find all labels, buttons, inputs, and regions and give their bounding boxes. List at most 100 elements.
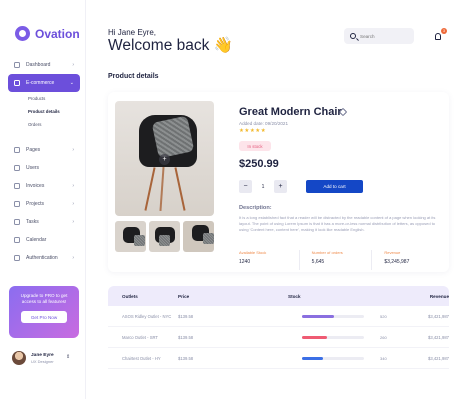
sidebar-subitem-products[interactable]: Products [8, 92, 80, 105]
thumbnail[interactable] [183, 221, 214, 252]
outlet-revenue: $3,421,987 [428, 334, 449, 340]
zoom-plus-icon[interactable]: + [159, 154, 170, 165]
description-title: Description: [239, 205, 272, 211]
sidebar-item-dashboard[interactable]: Dashboard › [8, 56, 80, 74]
sidebar-item-pages[interactable]: Pages › [8, 141, 80, 159]
sidebar-item-authentication[interactable]: Authentication › [8, 249, 80, 267]
stock-bar-fill [302, 314, 335, 318]
avatar [12, 351, 26, 365]
outlet-price: $139.58 [178, 334, 194, 340]
welcome-title: Welcome back 👋 [108, 37, 233, 54]
added-date: Added date: 09/20/2021 [239, 121, 289, 126]
table-row[interactable]: Marco Outlet - SRT $139.58 260 $3,421,98… [108, 327, 449, 348]
sidebar-subitem-orders[interactable]: Orders [8, 118, 80, 131]
column-header[interactable]: Stock [288, 294, 418, 299]
thumbnail[interactable] [115, 221, 146, 252]
stat-value: $3,245,987 [384, 259, 410, 265]
chevron-right-icon: › [72, 201, 74, 207]
sidebar-item-invoices[interactable]: Invoices › [8, 177, 80, 195]
pages-icon [14, 147, 20, 153]
sidebar-item-label: Invoices [26, 183, 45, 189]
chevron-right-icon: › [72, 183, 74, 189]
sidebar-item-label: Dashboard [26, 62, 51, 68]
sidebar-item-label: E-commerce [26, 80, 55, 86]
chevron-updown-icon[interactable]: ⇕ [66, 354, 70, 360]
thumbnail[interactable] [149, 221, 180, 252]
sidebar-subitem-product-details[interactable]: Product details [8, 105, 80, 118]
outlet-stock: 340 [288, 356, 418, 361]
sidebar-item-label: Authentication [26, 255, 58, 261]
table-header: Outlets Price Stock Revenue [108, 286, 449, 306]
outlet-name: Chairtest Outlet - HY [122, 355, 161, 361]
stat-label: Available Stock [239, 250, 267, 255]
outlet-stock: 260 [288, 335, 418, 340]
table-row[interactable]: ASOS Ridley Outlet - NYC $139.58 520 $3,… [108, 306, 449, 327]
stat-revenue: Revenue $3,245,987 [372, 250, 444, 270]
product-thumbnails [115, 221, 214, 252]
column-header[interactable]: Revenue [418, 294, 449, 299]
stat-value: 5,645 [311, 259, 325, 265]
search-input[interactable] [360, 33, 410, 39]
stock-bar [302, 314, 364, 318]
sidebar-item-label: Pages [26, 147, 41, 153]
product-card: + Great Modern Chair Added date: 09/20/2… [108, 92, 449, 272]
notifications-button[interactable]: 3 [430, 28, 447, 44]
quantity-value[interactable]: 1 [252, 184, 274, 190]
outlets-table: Outlets Price Stock Revenue ASOS Ridley … [108, 286, 449, 391]
sidebar: Ovation Dashboard › E-commerce ⌄ Product… [0, 0, 86, 399]
decrement-button[interactable]: − [239, 180, 252, 193]
lock-icon [14, 255, 20, 261]
stock-bar-fill [302, 335, 327, 339]
page-title: Product details [108, 73, 159, 80]
column-header[interactable]: Price [178, 294, 288, 299]
users-icon [14, 165, 20, 171]
sidebar-item-users[interactable]: Users [8, 159, 80, 177]
brand-name: Ovation [35, 26, 80, 41]
product-price: $250.99 [239, 158, 279, 170]
increment-button[interactable]: + [274, 180, 287, 193]
product-title: Great Modern Chair [239, 106, 342, 118]
stat-label: Number of orders [311, 250, 343, 255]
cart-icon [14, 80, 20, 86]
outlet-name: ASOS Ridley Outlet - NYC [122, 313, 172, 319]
upgrade-text: Upgrade to PRO to get access to all feat… [20, 293, 68, 304]
stock-value: 340 [380, 355, 387, 361]
stat-available-stock: Available Stock 1240 [239, 250, 300, 270]
projects-icon [14, 201, 20, 207]
chair-leg [159, 166, 165, 212]
tasks-icon [14, 219, 20, 225]
search-icon [350, 33, 356, 39]
column-header[interactable]: Outlets [108, 294, 178, 299]
product-stats: Available Stock 1240 Number of orders 5,… [239, 250, 444, 270]
quantity-stepper: − 1 + [239, 180, 287, 193]
chevron-right-icon: › [72, 62, 74, 68]
chevron-down-icon: ⌄ [69, 80, 74, 86]
rating-stars: ★★★★★ [239, 128, 267, 134]
add-to-cart-button[interactable]: Add to cart [306, 180, 363, 193]
bell-icon [435, 32, 441, 40]
notification-badge: 3 [441, 28, 447, 34]
sidebar-item-projects[interactable]: Projects › [8, 195, 80, 213]
sidebar-item-calendar[interactable]: Calendar [8, 231, 80, 249]
user-profile[interactable]: Jane Eyre UX Designer ⇕ [12, 351, 70, 365]
brand-logo[interactable]: Ovation [15, 26, 80, 41]
search-box[interactable] [344, 28, 414, 44]
sidebar-item-label: Users [26, 165, 40, 171]
chevron-right-icon: › [72, 255, 74, 261]
stock-bar [302, 335, 364, 339]
stat-orders: Number of orders 5,645 [300, 250, 373, 270]
get-pro-button[interactable]: Get Pro Now [21, 311, 67, 323]
user-name: Jane Eyre [31, 352, 54, 358]
sidebar-item-label: Calendar [26, 237, 47, 243]
chair-leg [144, 167, 156, 211]
outlet-price: $139.58 [178, 313, 194, 319]
stock-value: 260 [380, 334, 387, 340]
sidebar-nav: Dashboard › E-commerce ⌄ Products Produc… [8, 56, 80, 267]
table-row[interactable]: Chairtest Outlet - HY $139.58 340 $3,421… [108, 348, 449, 369]
sidebar-item-tasks[interactable]: Tasks › [8, 213, 80, 231]
stat-value: 1240 [239, 259, 251, 265]
outlet-revenue: $3,421,987 [428, 313, 449, 319]
status-badge: In stock [239, 141, 271, 151]
product-main-image[interactable]: + [115, 101, 214, 216]
sidebar-item-ecommerce[interactable]: E-commerce ⌄ [8, 74, 80, 92]
